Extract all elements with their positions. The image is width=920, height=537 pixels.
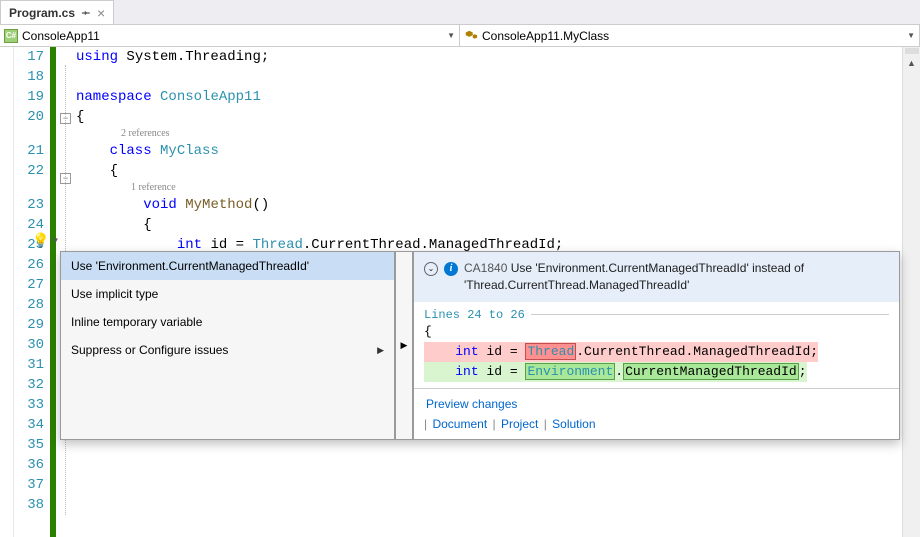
collapse-icon[interactable]: ⌄ <box>424 262 438 276</box>
code-line[interactable] <box>76 67 902 87</box>
chevron-down-icon: ▼ <box>907 31 915 40</box>
line-number: 18 <box>14 67 50 87</box>
chevron-down-icon: ▼ <box>51 236 59 245</box>
line-number: 29 <box>14 315 50 335</box>
chevron-down-icon: ▼ <box>447 31 455 40</box>
diff-line: { <box>424 322 889 342</box>
apply-project-link[interactable]: Project <box>499 417 540 431</box>
csharp-icon: C# <box>4 29 18 43</box>
code-line[interactable]: using System.Threading; <box>76 47 902 67</box>
code-line[interactable] <box>76 495 902 515</box>
indicator-margin <box>0 47 14 537</box>
nav-class-label: ConsoleApp11.MyClass <box>482 29 609 43</box>
line-number: 32 <box>14 375 50 395</box>
preview-changes-link[interactable]: Preview changes <box>424 397 519 411</box>
scroll-up-icon[interactable]: ▲ <box>907 55 916 71</box>
line-number: 20 <box>14 107 50 127</box>
line-number: 27 <box>14 275 50 295</box>
menu-item-suppress[interactable]: Suppress or Configure issues ▶ <box>61 336 394 364</box>
menu-item-label: Suppress or Configure issues <box>71 343 228 357</box>
code-line[interactable]: class MyClass <box>76 141 902 161</box>
lightbulb-icon: 💡 <box>32 232 49 249</box>
line-number: 31 <box>14 355 50 375</box>
code-line[interactable]: { <box>76 107 902 127</box>
rule-description: CA1840 Use 'Environment.CurrentManagedTh… <box>464 260 889 294</box>
quick-actions-menu: Use 'Environment.CurrentManagedThreadId'… <box>60 251 395 440</box>
menu-item-label: Inline temporary variable <box>71 315 202 329</box>
menu-item-use-environment[interactable]: Use 'Environment.CurrentManagedThreadId' <box>61 252 394 280</box>
line-number: 23 <box>14 195 50 215</box>
code-line[interactable]: { <box>76 161 902 181</box>
class-icon <box>464 29 478 43</box>
line-number: 26 <box>14 255 50 275</box>
preview-header: ⌄ i CA1840 Use 'Environment.CurrentManag… <box>414 252 899 302</box>
line-number: 38 <box>14 495 50 515</box>
line-number: 19 <box>14 87 50 107</box>
nav-scope-project[interactable]: C# ConsoleApp11 ▼ <box>0 25 460 46</box>
line-number: 37 <box>14 475 50 495</box>
line-number: 21 <box>14 141 50 161</box>
code-line[interactable] <box>76 455 902 475</box>
line-number-gutter: 1718192021222324252627282930313233343536… <box>14 47 50 537</box>
fix-preview-panel: ⌄ i CA1840 Use 'Environment.CurrentManag… <box>413 251 900 440</box>
code-line[interactable]: void MyMethod() <box>76 195 902 215</box>
quick-actions-popup: Use 'Environment.CurrentManagedThreadId'… <box>60 251 900 440</box>
code-line[interactable]: { <box>76 215 902 235</box>
menu-item-implicit-type[interactable]: Use implicit type <box>61 280 394 308</box>
tab-bar: Program.cs × <box>0 0 920 25</box>
apply-document-link[interactable]: Document <box>430 417 489 431</box>
apply-solution-link[interactable]: Solution <box>550 417 597 431</box>
line-number: 33 <box>14 395 50 415</box>
preview-diff: Lines 24 to 26 { int id = Thread.Current… <box>414 302 899 388</box>
file-tab[interactable]: Program.cs × <box>0 0 114 24</box>
menu-item-inline-temp[interactable]: Inline temporary variable <box>61 308 394 336</box>
vertical-scrollbar[interactable]: ▲ <box>902 47 920 537</box>
code-line[interactable] <box>76 475 902 495</box>
nav-scope-label: ConsoleApp11 <box>22 29 100 43</box>
pin-icon[interactable] <box>81 8 91 18</box>
codelens-references[interactable]: 2 references <box>76 127 902 141</box>
tab-filename: Program.cs <box>9 6 75 20</box>
diff-range: Lines 24 to 26 <box>424 308 889 322</box>
split-handle[interactable] <box>905 48 919 54</box>
line-number: 35 <box>14 435 50 455</box>
lightbulb-quick-action[interactable]: 💡 ▼ <box>32 232 59 249</box>
diff-line-removed: int id = Thread.CurrentThread.ManagedThr… <box>424 342 889 362</box>
nav-scope-class[interactable]: ConsoleApp11.MyClass ▼ <box>460 25 920 46</box>
line-number: 22 <box>14 161 50 181</box>
navigation-bar: C# ConsoleApp11 ▼ ConsoleApp11.MyClass ▼ <box>0 25 920 47</box>
code-line[interactable]: namespace ConsoleApp11 <box>76 87 902 107</box>
line-number: 17 <box>14 47 50 67</box>
chevron-right-icon: ▶ <box>377 345 384 356</box>
line-number: 36 <box>14 455 50 475</box>
code-editor[interactable]: 1718192021222324252627282930313233343536… <box>0 47 920 537</box>
expand-preview-button[interactable]: ▶ <box>395 251 413 440</box>
menu-item-label: Use 'Environment.CurrentManagedThreadId' <box>71 259 309 273</box>
diff-line-added: int id = Environment.CurrentManagedThrea… <box>424 362 889 382</box>
close-icon[interactable]: × <box>97 5 105 21</box>
menu-item-label: Use implicit type <box>71 287 158 301</box>
line-number: 28 <box>14 295 50 315</box>
line-number: 30 <box>14 335 50 355</box>
codelens-references[interactable]: 1 reference <box>76 181 902 195</box>
info-icon: i <box>444 262 458 276</box>
line-number: 34 <box>14 415 50 435</box>
preview-footer: Preview changes | Document | Project | S… <box>414 388 899 439</box>
